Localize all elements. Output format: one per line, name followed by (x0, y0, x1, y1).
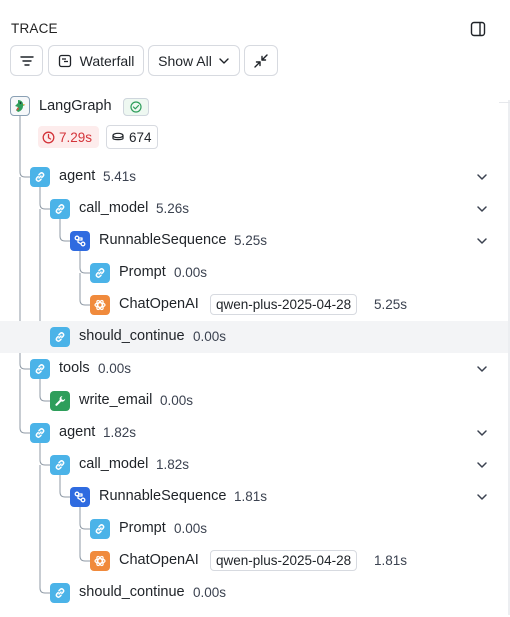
link-icon (50, 583, 70, 603)
link-icon (30, 359, 50, 379)
sequence-icon (70, 487, 90, 507)
node-name: tools (59, 360, 90, 376)
wrench-icon (50, 391, 70, 411)
link-icon (90, 519, 110, 539)
trace-node-row[interactable]: write_email 0.00s (0, 385, 508, 417)
node-duration: 0.00s (193, 329, 227, 344)
node-name: call_model (79, 456, 149, 472)
trace-node-row[interactable]: RunnableSequence 1.81s (0, 481, 508, 513)
trace-node-row[interactable]: should_continue 0.00s (0, 321, 508, 353)
trace-node-row[interactable]: Prompt 0.00s (0, 257, 508, 289)
node-duration: 5.25s (234, 233, 268, 248)
expand-chevron-icon[interactable] (475, 426, 489, 440)
openai-icon (90, 295, 110, 315)
openai-icon (90, 551, 110, 571)
node-name: RunnableSequence (99, 488, 227, 504)
link-icon (50, 455, 70, 475)
trace-node-row[interactable]: should_continue 0.00s (0, 577, 508, 609)
trace-node-row[interactable]: ChatOpenAI qwen-plus-2025-04-28 1.81s (0, 545, 508, 577)
expand-chevron-icon[interactable] (475, 234, 489, 248)
node-duration: 0.00s (174, 265, 208, 280)
trace-node-row[interactable]: tools 0.00s (0, 353, 508, 385)
expand-chevron-icon[interactable] (475, 170, 489, 184)
expand-chevron-icon[interactable] (475, 458, 489, 472)
node-duration: 0.00s (98, 361, 132, 376)
node-name: ChatOpenAI (119, 296, 199, 312)
trace-node-row[interactable]: call_model 1.82s (0, 449, 508, 481)
link-icon (30, 423, 50, 443)
link-icon (50, 199, 70, 219)
node-name: RunnableSequence (99, 232, 227, 248)
expand-chevron-icon[interactable] (475, 490, 489, 504)
trace-node-row[interactable]: call_model 5.26s (0, 193, 508, 225)
node-name: Prompt (119, 520, 166, 536)
node-duration: 0.00s (174, 521, 208, 536)
expand-chevron-icon[interactable] (475, 202, 489, 216)
node-duration: 0.00s (160, 393, 194, 408)
trace-node-row[interactable]: RunnableSequence 5.25s (0, 225, 508, 257)
node-name: agent (59, 424, 96, 440)
node-duration: 5.25s (374, 297, 408, 312)
node-name: call_model (79, 200, 149, 216)
model-name-pill: qwen-plus-2025-04-28 (210, 294, 358, 315)
node-duration: 1.81s (234, 489, 268, 504)
trace-node-row[interactable]: Prompt 0.00s (0, 513, 508, 545)
node-name: write_email (79, 392, 153, 408)
node-name: ChatOpenAI (119, 552, 199, 568)
link-icon (90, 263, 110, 283)
node-duration: 5.26s (156, 201, 190, 216)
node-duration: 1.82s (103, 425, 137, 440)
node-duration: 1.82s (156, 457, 190, 472)
link-icon (30, 167, 50, 187)
node-name: should_continue (79, 584, 185, 600)
link-icon (50, 327, 70, 347)
trace-node-row[interactable]: ChatOpenAI qwen-plus-2025-04-28 5.25s (0, 289, 508, 321)
node-name: Prompt (119, 264, 166, 280)
node-name: agent (59, 168, 96, 184)
node-duration: 1.81s (374, 553, 408, 568)
trace-node-row[interactable]: agent 5.41s (0, 161, 508, 193)
node-name: should_continue (79, 328, 185, 344)
node-duration: 5.41s (103, 169, 137, 184)
expand-chevron-icon[interactable] (475, 362, 489, 376)
model-name-pill: qwen-plus-2025-04-28 (210, 550, 358, 571)
sequence-icon (70, 231, 90, 251)
node-duration: 0.00s (193, 585, 227, 600)
trace-node-row[interactable]: agent 1.82s (0, 417, 508, 449)
